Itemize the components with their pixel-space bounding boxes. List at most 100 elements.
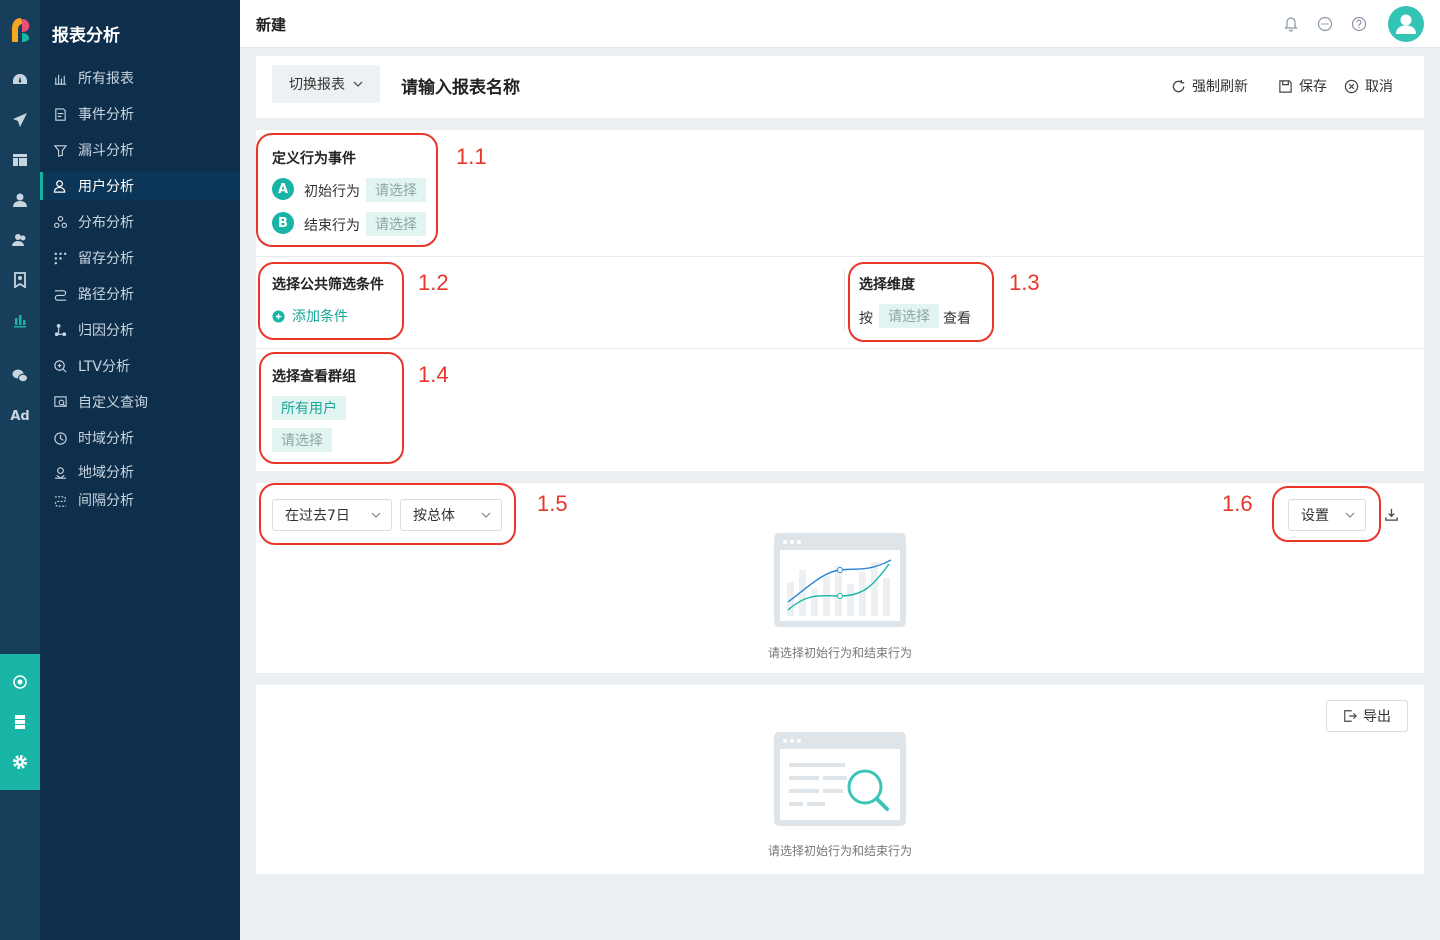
avatar[interactable]: [1388, 6, 1424, 42]
sidebar-item[interactable]: 地域分析: [40, 458, 240, 486]
empty-table-illustration: [774, 732, 906, 826]
annotation-box-1-1: [256, 133, 438, 247]
cancel-label: 取消: [1365, 79, 1393, 95]
users-icon[interactable]: [11, 231, 29, 249]
divider: [256, 348, 1424, 349]
save-button[interactable]: 保存: [1278, 76, 1327, 96]
annotation-number-1-1: 1.1: [456, 144, 487, 169]
config-panel: 定义行为事件 A 初始行为 请选择 B 结束行为 请选择 1.1 选择公共筛选条…: [256, 130, 1424, 471]
sidebar-item[interactable]: LTV分析: [40, 352, 240, 380]
annotation-box-1-3: [848, 262, 994, 342]
sidebar: 报表分析 所有报表事件分析漏斗分析用户分析分布分析留存分析路径分析归因分析 LTV…: [40, 0, 240, 940]
sidebar-item[interactable]: 所有报表: [40, 64, 240, 92]
sidebar-item-label: 路径分析: [78, 287, 134, 303]
dashboard-icon[interactable]: [11, 71, 29, 89]
table-panel: 导出 请选择初始行为和结束行为: [256, 685, 1424, 874]
send-icon[interactable]: [11, 111, 29, 129]
user-icon: [52, 178, 69, 195]
cancel-button[interactable]: 取消: [1344, 76, 1393, 96]
divider: [844, 270, 845, 330]
export-button[interactable]: 导出: [1326, 700, 1408, 732]
sidebar-item-label: 用户分析: [78, 179, 134, 195]
user-avatar-icon: [1396, 14, 1416, 34]
close-circle-icon: [1344, 79, 1359, 93]
save-label: 保存: [1299, 79, 1327, 95]
annotation-box-1-4: [259, 352, 404, 464]
app-logo-icon: [12, 18, 30, 42]
person-icon[interactable]: [11, 191, 29, 209]
top-bar: 新建: [240, 0, 1440, 48]
sidebar-item-label: 归因分析: [78, 323, 134, 339]
refresh-icon: [1172, 79, 1185, 92]
sidebar-item[interactable]: 用户分析: [40, 172, 240, 200]
annotation-number-1-3: 1.3: [1009, 270, 1040, 295]
sidebar-item-label: LTV分析: [78, 359, 131, 375]
force-refresh-button[interactable]: 强制刷新: [1171, 76, 1248, 96]
gear-icon[interactable]: [11, 753, 29, 771]
help-icon[interactable]: [1351, 16, 1367, 32]
annotation-box-1-2: [258, 262, 404, 340]
report-toolbar: 切换报表 请输入报表名称 强制刷新 保存 取消: [256, 56, 1424, 118]
edit-doc-icon: [52, 106, 69, 123]
annotation-number-1-2: 1.2: [418, 270, 449, 295]
sidebar-item-label: 时域分析: [78, 431, 134, 447]
sidebar-item[interactable]: 时域分析: [40, 424, 240, 452]
dots-grid-icon: [52, 250, 69, 267]
sidebar-item-label: 地域分析: [78, 465, 134, 481]
force-refresh-label: 强制刷新: [1192, 79, 1248, 95]
sidebar-item-label: 事件分析: [78, 107, 134, 123]
sidebar-item-label: 间隔分析: [78, 493, 134, 509]
location-icon: [52, 464, 69, 481]
sidebar-item-label: 留存分析: [78, 251, 134, 267]
ad-icon[interactable]: Ad: [9, 407, 31, 425]
annotation-number-1-5: 1.5: [537, 491, 568, 516]
switch-report-button[interactable]: 切换报表: [272, 65, 380, 103]
table-empty-message: 请选择初始行为和结束行为: [767, 844, 912, 858]
sidebar-item[interactable]: 自定义查询: [40, 388, 240, 416]
server-icon[interactable]: [11, 713, 29, 731]
distribution-icon: [52, 214, 69, 231]
sidebar-item[interactable]: 漏斗分析: [40, 136, 240, 164]
interval-icon: [52, 492, 69, 509]
icon-rail: Ad: [0, 0, 40, 940]
annotation-box-1-6: [1272, 486, 1381, 542]
report-name-input[interactable]: 请输入报表名称: [401, 73, 520, 98]
chevron-down-icon: [353, 81, 363, 87]
sidebar-item[interactable]: 路径分析: [40, 280, 240, 308]
sidebar-item[interactable]: 分布分析: [40, 208, 240, 236]
sidebar-item-label: 漏斗分析: [78, 143, 134, 159]
attribution-icon: [52, 322, 69, 339]
empty-chart-illustration: [774, 533, 906, 627]
export-label: 导出: [1363, 709, 1391, 725]
download-icon[interactable]: [1384, 507, 1399, 522]
save-icon: [1279, 79, 1292, 93]
analytics-icon[interactable]: [11, 311, 29, 329]
chart-panel: 在过去7日 按总体 1.5 1.6 设置 请选择初始行为和结束行为: [256, 483, 1424, 673]
bookmark-person-icon[interactable]: [11, 271, 29, 289]
sidebar-item-label: 自定义查询: [78, 395, 148, 411]
rail-settings-group: [0, 654, 40, 790]
path-icon: [52, 286, 69, 303]
page-title: 新建: [256, 16, 287, 34]
sidebar-item-label: 所有报表: [78, 71, 134, 87]
sidebar-item[interactable]: 归因分析: [40, 316, 240, 344]
annotation-number-1-6: 1.6: [1222, 491, 1253, 516]
wechat-icon[interactable]: [11, 367, 29, 385]
chart-empty-message: 请选择初始行为和结束行为: [767, 646, 912, 660]
annotation-box-1-5: [259, 483, 516, 545]
message-icon[interactable]: [1317, 16, 1333, 32]
divider: [256, 256, 1424, 257]
funnel-icon: [52, 142, 69, 159]
custom-query-icon: [52, 394, 69, 411]
export-icon: [1344, 710, 1357, 722]
clock-icon: [52, 430, 69, 447]
sidebar-item-label: 分布分析: [78, 215, 134, 231]
brand-title: 报表分析: [52, 26, 120, 46]
annotation-number-1-4: 1.4: [418, 362, 449, 387]
sidebar-item[interactable]: 事件分析: [40, 100, 240, 128]
sidebar-item[interactable]: 留存分析: [40, 244, 240, 272]
sidebar-item[interactable]: 间隔分析: [40, 486, 240, 514]
bell-icon[interactable]: [1283, 16, 1299, 32]
layout-icon[interactable]: [11, 151, 29, 169]
network-icon[interactable]: [11, 673, 29, 691]
